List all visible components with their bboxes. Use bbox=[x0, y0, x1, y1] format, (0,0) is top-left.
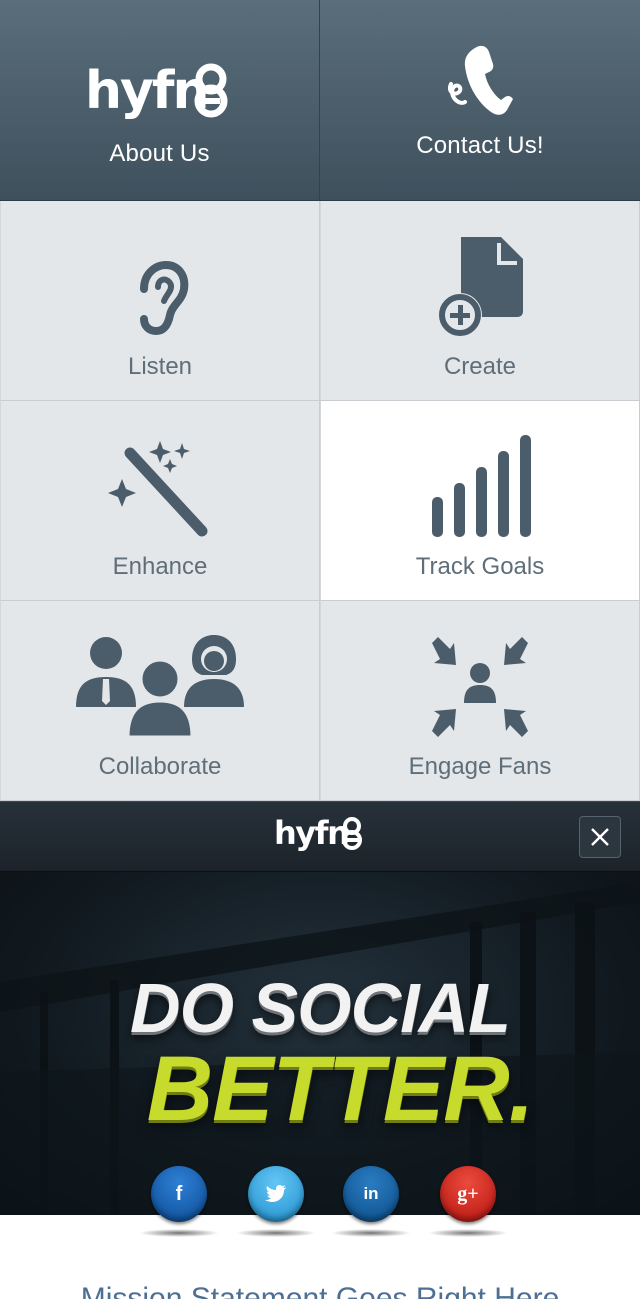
new-document-icon bbox=[435, 219, 525, 339]
contact-us-tile[interactable]: Contact Us! bbox=[320, 0, 640, 201]
collaborate-tile[interactable]: Collaborate bbox=[0, 601, 320, 801]
listen-tile[interactable]: Listen bbox=[0, 201, 320, 401]
phone-icon bbox=[445, 44, 515, 118]
create-tile[interactable]: Create bbox=[320, 201, 640, 401]
feature-grid: Listen Create Enhance Track Goals Collab… bbox=[0, 201, 640, 801]
linkedin-icon: in bbox=[363, 1184, 379, 1203]
facebook-icon: f bbox=[175, 1182, 183, 1205]
ear-icon bbox=[130, 219, 190, 339]
facebook-button[interactable]: f bbox=[151, 1166, 207, 1222]
collaborate-label: Collaborate bbox=[98, 753, 222, 780]
button-shadow bbox=[428, 1229, 508, 1237]
twitter-icon bbox=[265, 1185, 286, 1202]
headline-line2: BETTER. bbox=[146, 1038, 535, 1140]
google-plus-icon: g+ bbox=[457, 1182, 479, 1205]
converge-arrows-icon bbox=[428, 619, 532, 739]
google-plus-button[interactable]: g+ bbox=[440, 1166, 496, 1222]
top-nav: hyfn About Us Contact Us! bbox=[0, 0, 640, 201]
mission-statement: Mission Statement Goes Right Here bbox=[80, 1282, 560, 1299]
close-button[interactable] bbox=[579, 816, 621, 858]
close-icon bbox=[591, 828, 609, 846]
about-us-label: About Us bbox=[109, 140, 210, 167]
button-shadow bbox=[236, 1229, 316, 1237]
headline-line1: DO SOCIAL bbox=[130, 969, 511, 1047]
about-us-tile[interactable]: hyfn About Us bbox=[0, 0, 320, 201]
button-shadow bbox=[139, 1229, 219, 1237]
svg-text:hyfn: hyfn bbox=[85, 61, 208, 121]
enhance-tile[interactable]: Enhance bbox=[0, 401, 320, 601]
signal-bars-icon bbox=[428, 419, 532, 539]
people-group-icon bbox=[74, 619, 246, 739]
twitter-button[interactable] bbox=[248, 1166, 304, 1222]
engage-fans-label: Engage Fans bbox=[408, 753, 552, 780]
hyfn8-logo: hyfn bbox=[85, 60, 235, 126]
contact-us-label: Contact Us! bbox=[416, 132, 544, 159]
listen-label: Listen bbox=[127, 353, 193, 380]
engage-fans-tile[interactable]: Engage Fans bbox=[320, 601, 640, 801]
site-header: hyfn bbox=[0, 801, 640, 872]
track-goals-tile[interactable]: Track Goals bbox=[320, 401, 640, 601]
linkedin-button[interactable]: in bbox=[343, 1166, 399, 1222]
header-logo[interactable]: hyfn bbox=[274, 814, 366, 859]
create-label: Create bbox=[443, 353, 517, 380]
track-goals-label: Track Goals bbox=[415, 553, 545, 580]
enhance-label: Enhance bbox=[112, 553, 208, 580]
svg-text:hyfn: hyfn bbox=[274, 814, 348, 852]
magic-wand-icon bbox=[108, 419, 212, 539]
hero-banner: DO SOCIAL BETTER. bbox=[0, 872, 640, 1215]
button-shadow bbox=[331, 1229, 411, 1237]
